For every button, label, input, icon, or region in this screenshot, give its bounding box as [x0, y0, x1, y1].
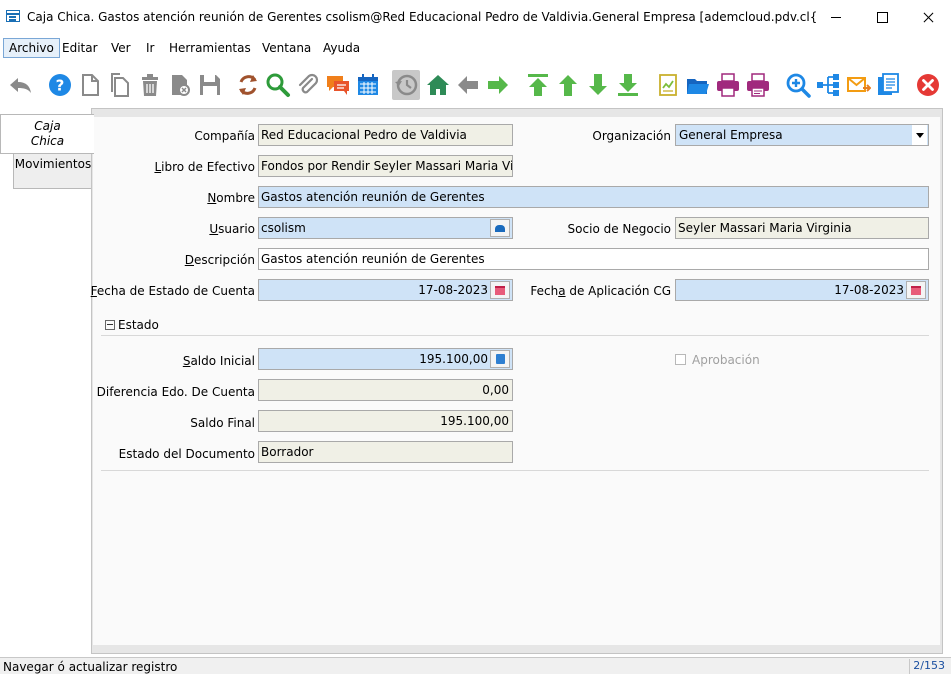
last-record-icon[interactable] [614, 70, 642, 100]
estado-documento-field[interactable]: Borrador [258, 441, 513, 463]
menu-archivo[interactable]: Archivo [3, 38, 60, 58]
copy-record-icon[interactable] [106, 70, 134, 100]
tab-caja-chica-label-1: Caja [34, 119, 61, 133]
home-icon[interactable] [424, 70, 452, 100]
libro-efectivo-field[interactable]: Fondos por Rendir Seyler Massari Maria V… [258, 155, 513, 177]
delete-icon[interactable] [136, 70, 164, 100]
organizacion-label: Organización [592, 129, 671, 143]
fecha-aplicacion-field[interactable]: 17-08-2023 [675, 279, 929, 301]
attachment-icon[interactable] [294, 70, 322, 100]
maximize-button[interactable] [859, 0, 905, 34]
diferencia-label: Diferencia Edo. De Cuenta [96, 385, 255, 399]
parent-record-icon[interactable] [554, 70, 582, 100]
svg-text:?: ? [56, 77, 65, 95]
refresh-icon[interactable] [234, 70, 262, 100]
calendar-icon[interactable] [354, 70, 382, 100]
history-icon[interactable] [392, 70, 420, 100]
first-record-icon[interactable] [524, 70, 552, 100]
minimize-button[interactable] [813, 0, 859, 34]
user-icon [495, 224, 505, 232]
chat-icon[interactable] [324, 70, 352, 100]
estado-section-label: Estado [118, 318, 159, 332]
nombre-label: Nombre [207, 191, 255, 205]
user-lookup-button[interactable] [490, 219, 510, 237]
new-record-icon[interactable] [76, 70, 104, 100]
calendar-button-2[interactable] [906, 281, 926, 299]
aprobacion-checkbox[interactable] [675, 354, 686, 365]
workflow-icon[interactable] [814, 70, 842, 100]
estado-documento-label: Estado del Documento [118, 447, 255, 461]
libro-label: Libro de Efectivo [154, 160, 255, 174]
saldo-final-field[interactable]: 195.100,00 [258, 410, 513, 432]
menu-ventana[interactable]: Ventana [257, 38, 316, 58]
calculator-button[interactable] [490, 350, 510, 368]
section-bottom-divider [101, 470, 929, 471]
aprobacion-label: Aprobación [692, 353, 760, 367]
print-icon[interactable] [714, 70, 742, 100]
previous-icon[interactable] [454, 70, 482, 100]
tab-caja-chica[interactable]: Caja Chica [0, 114, 94, 154]
nombre-field[interactable]: Gastos atención reunión de Gerentes [258, 186, 929, 208]
usuario-field[interactable]: csolism [258, 217, 513, 239]
calendar-button[interactable] [490, 281, 510, 299]
organizacion-value: General Empresa [679, 128, 783, 142]
diferencia-field[interactable]: 0,00 [258, 379, 513, 401]
fecha-aplicacion-label: Fecha de Aplicación CG [530, 284, 671, 298]
delete-selection-icon[interactable] [166, 70, 194, 100]
request-icon[interactable] [844, 70, 872, 100]
descripcion-field[interactable]: Gastos atención reunión de Gerentes [258, 248, 929, 270]
exit-icon[interactable] [914, 70, 942, 100]
menu-editar[interactable]: Editar [57, 38, 103, 58]
collapse-icon[interactable] [105, 319, 115, 330]
help-icon[interactable]: ? [46, 70, 74, 100]
fecha-estado-field[interactable]: 17-08-2023 [258, 279, 513, 301]
tab-caja-chica-label-2: Chica [30, 134, 65, 148]
app-window-icon [6, 10, 20, 22]
saldo-final-label: Saldo Final [190, 416, 255, 430]
calendar-small-icon [911, 285, 921, 295]
socio-negocio-field[interactable]: Seyler Massari Maria Virginia [675, 217, 929, 239]
menu-herramientas[interactable]: Herramientas [164, 38, 256, 58]
save-icon[interactable] [196, 70, 224, 100]
toolbar: ? [0, 66, 951, 106]
menu-ir[interactable]: Ir [141, 38, 159, 58]
window-title: Caja Chica. Gastos atención reunión de G… [27, 10, 817, 24]
archive-icon[interactable] [684, 70, 712, 100]
status-bar: Navegar ó actualizar registro 2/153 [0, 657, 951, 674]
tab-movimientos[interactable]: Movimientos [13, 153, 93, 189]
calculator-icon [495, 354, 505, 364]
organizacion-select[interactable]: General Empresa [675, 124, 929, 146]
zoom-across-icon[interactable] [784, 70, 812, 100]
descripcion-label: Descripción [184, 253, 255, 267]
menu-bar: Archivo Editar Ver Ir Herramientas Venta… [0, 36, 951, 60]
fecha-estado-label: Fecha de Estado de Cuenta [90, 284, 255, 298]
close-window-button[interactable] [905, 0, 951, 34]
menu-ayuda[interactable]: Ayuda [318, 38, 365, 58]
detail-record-icon[interactable] [584, 70, 612, 100]
status-text: Navegar ó actualizar registro [3, 660, 178, 674]
next-icon[interactable] [484, 70, 512, 100]
title-bar: Caja Chica. Gastos atención reunión de G… [0, 0, 951, 34]
record-counter[interactable]: 2/153 [909, 659, 949, 674]
print-preview-icon[interactable] [744, 70, 772, 100]
report-icon[interactable] [654, 70, 682, 100]
saldo-inicial-label: Saldo Inicial [182, 354, 255, 368]
calendar-small-icon [495, 285, 505, 295]
compania-field[interactable]: Red Educacional Pedro de Valdivia [258, 124, 513, 146]
estado-section-header[interactable]: Estado [105, 318, 159, 332]
undo-icon[interactable] [6, 70, 34, 100]
menu-ver[interactable]: Ver [106, 38, 136, 58]
find-icon[interactable] [264, 70, 292, 100]
socio-label: Socio de Negocio [567, 222, 671, 236]
compania-label: Compañía [194, 129, 255, 143]
product-info-icon[interactable] [874, 70, 902, 100]
section-divider [101, 335, 929, 336]
usuario-label: Usuario [209, 222, 255, 236]
chevron-down-icon[interactable] [912, 125, 927, 145]
saldo-inicial-field[interactable]: 195.100,00 [258, 348, 513, 370]
